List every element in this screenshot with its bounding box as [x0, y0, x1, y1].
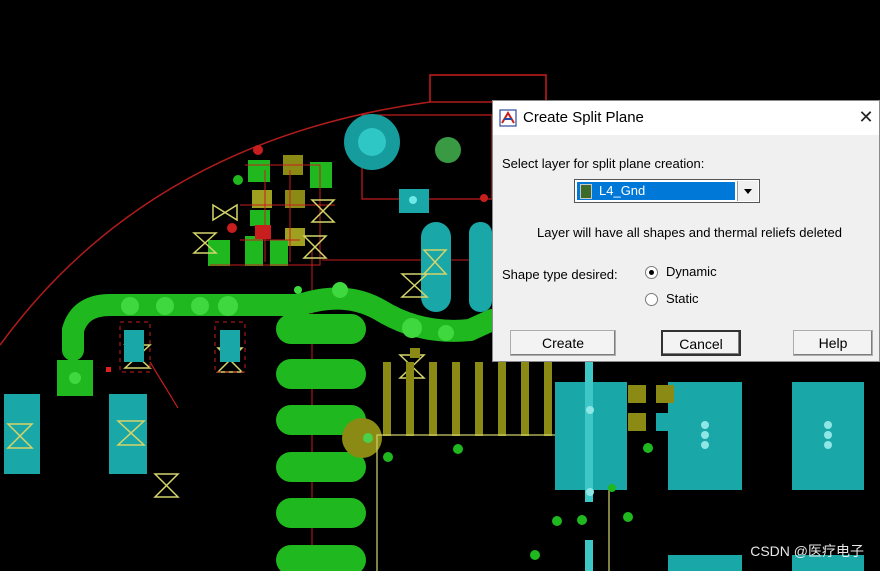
chevron-down-icon[interactable]: [737, 181, 758, 201]
radio-static[interactable]: [645, 293, 658, 306]
layer-select-value: L4_Gnd: [599, 183, 646, 198]
shape-type-label: Shape type desired:: [502, 267, 618, 282]
warning-text: Layer will have all shapes and thermal r…: [537, 225, 842, 240]
cancel-button[interactable]: Cancel: [661, 330, 741, 356]
select-layer-label: Select layer for split plane creation:: [502, 156, 705, 171]
help-button[interactable]: Help: [793, 330, 873, 356]
ic-pins: [383, 362, 552, 436]
cyan-slot-pad: [421, 222, 451, 312]
component-cluster: [208, 145, 335, 294]
cyan-pad-left-2: [109, 394, 147, 474]
pin1-via: [342, 418, 382, 458]
close-icon[interactable]: ✕: [855, 106, 877, 128]
layer-color-swatch: [580, 184, 592, 199]
radio-dynamic-label[interactable]: Dynamic: [666, 264, 717, 279]
watermark: CSDN @医疗电子: [750, 543, 864, 559]
layer-select[interactable]: L4_Gnd: [574, 179, 760, 203]
radio-static-label[interactable]: Static: [666, 291, 699, 306]
radio-dynamic[interactable]: [645, 266, 658, 279]
create-button[interactable]: Create: [510, 330, 616, 356]
small-green-pad: [435, 137, 461, 163]
dialog-titlebar[interactable]: Create Split Plane ✕: [493, 101, 879, 135]
dialog-title: Create Split Plane: [523, 109, 644, 126]
component-outline-red: [429, 74, 547, 102]
create-split-plane-dialog: Create Split Plane ✕ Select layer for sp…: [492, 100, 880, 362]
split-plane-app-icon: [499, 109, 517, 127]
